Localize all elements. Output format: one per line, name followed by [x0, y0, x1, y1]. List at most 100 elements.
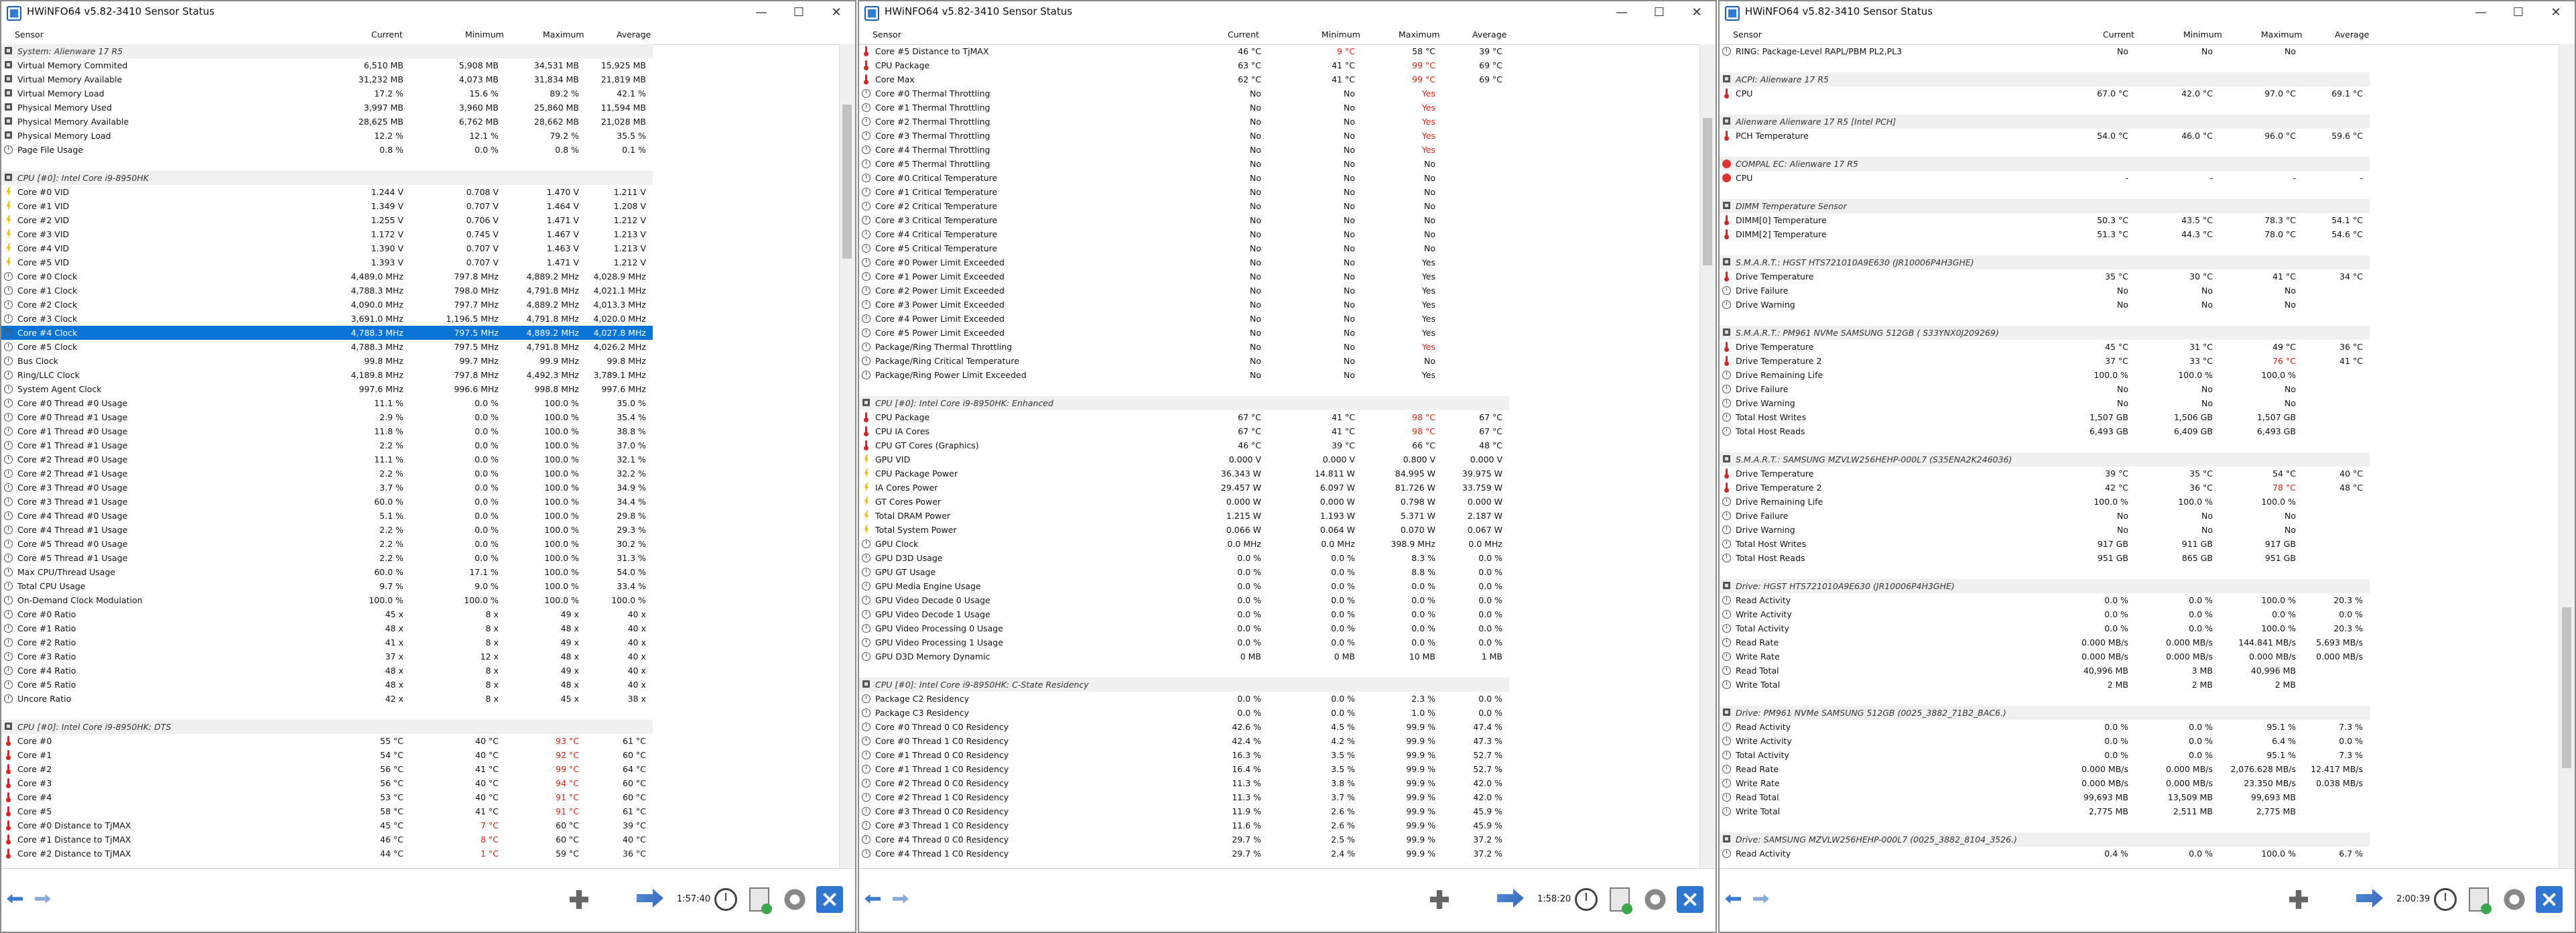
sensor-row[interactable]: Total Host Reads 951 GB 865 GB 951 GB	[1720, 551, 2370, 565]
sensor-row[interactable]: Drive Temperature 39 °C 35 °C 54 °C 40 °C	[1720, 466, 2370, 481]
sensor-group-header[interactable]: CPU [#0]: Intel Core i9-8950HK: C-State …	[859, 678, 1509, 692]
sensor-row[interactable]: Core #1 Thread 1 C0 Residency 16.4 % 3.5 %…	[859, 762, 1509, 776]
sensor-row[interactable]: Drive Temperature 2 42 °C 36 °C 78 °C 48 °C	[1720, 481, 2370, 495]
sensor-row[interactable]: Core #0 Critical Temperature No No No	[859, 171, 1509, 185]
sensor-group-header[interactable]: Drive: SAMSUNG MZVLW256HEHP-000L7 (0025_…	[1720, 832, 2370, 847]
column-header-label[interactable]: Average	[617, 29, 651, 40]
sensor-row[interactable]: Uncore Ratio 42 x 8 x 45 x 38 x	[1, 692, 653, 706]
sensor-row[interactable]: Max CPU/Thread Usage 60.0 % 17.1 % 100.0 % 5…	[1, 565, 653, 579]
sensor-row[interactable]: Core #1 Ratio 48 x 8 x 48 x 40 x	[1, 621, 653, 635]
nav-back-icon[interactable]	[1722, 893, 1742, 905]
sensor-row[interactable]: Write Activity 0.0 % 0.0 % 6.4 % 0.0 %	[1720, 734, 2370, 748]
minimize-icon[interactable]: —	[1603, 1, 1640, 25]
column-header-label[interactable]: Current	[2103, 29, 2134, 40]
sensor-row[interactable]: Core #3 Thread 0 C0 Residency 11.9 % 2.6 %…	[859, 804, 1509, 818]
sensor-row[interactable]: Core #1 Distance to TjMAX 46 °C 8 °C 60 °C 4…	[1, 832, 653, 847]
sensor-row[interactable]: Bus Clock 99.8 MHz 99.7 MHz 99.9 MHz 99.8 MH…	[1, 354, 653, 368]
sensor-row[interactable]: Page File Usage 0.8 % 0.0 % 0.8 % 0.1 %	[1, 143, 653, 157]
sensor-row[interactable]: Package/Ring Power Limit Exceeded No No Yes	[859, 368, 1509, 382]
sensor-row[interactable]: Drive Warning No No No	[1720, 298, 2370, 312]
sensor-row[interactable]: Physical Memory Available 28,625 MB 6,762 …	[1, 115, 653, 129]
sensor-row[interactable]: Virtual Memory Commited 6,510 MB 5,908 MB 3…	[1, 58, 653, 72]
sensor-row[interactable]: Core #1 Critical Temperature No No No	[859, 185, 1509, 199]
sensor-row[interactable]: IA Cores Power 29.457 W 6.097 W 81.726 W 33.…	[859, 481, 1509, 495]
sensor-row[interactable]: Write Rate 0.000 MB/s 0.000 MB/s 0.000 MB/s…	[1720, 649, 2370, 664]
sensor-group-header[interactable]: S.M.A.R.T.: HGST HTS721010A9E630 (JR1000…	[1720, 255, 2370, 269]
sensor-row[interactable]: Core #2 Thread #0 Usage 11.1 % 0.0 % 100.0 …	[1, 452, 653, 466]
sensor-row[interactable]: Core #5 Clock 4,788.3 MHz 797.5 MHz 4,791.8…	[1, 340, 653, 354]
title-bar[interactable]: HWiNFO64 v5.82-3410 Sensor Status — ☐ ✕	[859, 1, 1716, 25]
clock-icon[interactable]	[714, 888, 737, 911]
column-header-label[interactable]: Minimum	[2183, 29, 2222, 40]
nav-forward-icon[interactable]	[890, 893, 910, 905]
sensor-list[interactable]: Core #5 Distance to TjMAX 46 °C 9 °C 58 °C 3…	[859, 44, 1699, 870]
sensor-row[interactable]: Write Rate 0.000 MB/s 0.000 MB/s 23.350 MB/…	[1720, 776, 2370, 790]
logging-arrows-icon[interactable]	[2356, 889, 2383, 908]
report-icon[interactable]	[749, 887, 772, 914]
sensor-row[interactable]: Read Activity 0.0 % 0.0 % 100.0 % 20.3 %	[1720, 593, 2370, 607]
sensor-row[interactable]: GT Cores Power 0.000 W 0.000 W 0.798 W 0.000…	[859, 495, 1509, 509]
sensor-row[interactable]: Core #5 Thread #1 Usage 2.2 % 0.0 % 100.0 %…	[1, 551, 653, 565]
sensor-row[interactable]: Core #0 VID 1.244 V 0.708 V 1.470 V 1.211 V	[1, 185, 653, 199]
sensor-row[interactable]: Core #1 Thermal Throttling No No Yes	[859, 101, 1509, 115]
report-icon[interactable]	[1610, 887, 1632, 914]
sensor-row[interactable]: GPU Video Processing 0 Usage 0.0 % 0.0 % 0.…	[859, 621, 1509, 635]
sensor-group-header[interactable]: S.M.A.R.T.: PM961 NVMe SAMSUNG 512GB ( S…	[1720, 326, 2370, 340]
sensor-row[interactable]: Write Total 2,775 MB 2,511 MB 2,775 MB	[1720, 804, 2370, 818]
sensor-row[interactable]: Total CPU Usage 9.7 % 9.0 % 100.0 % 33.4 %	[1, 579, 653, 593]
sensor-row[interactable]: GPU GT Usage 0.0 % 0.0 % 8.8 % 0.0 %	[859, 565, 1509, 579]
sensor-row[interactable]: Core #2 Thread 0 C0 Residency 11.3 % 3.8 %…	[859, 776, 1509, 790]
sensor-group-header[interactable]: Alienware Alienware 17 R5 [Intel PCH]	[1720, 115, 2370, 129]
sensor-row[interactable]: Drive Failure No No No	[1720, 509, 2370, 523]
sensor-row[interactable]: Read Rate 0.000 MB/s 0.000 MB/s 2,076.628 M…	[1720, 762, 2370, 776]
sensor-row[interactable]: Core #4 Ratio 48 x 8 x 49 x 40 x	[1, 664, 653, 678]
sensor-row[interactable]: Core #0 55 °C 40 °C 93 °C 61 °C	[1, 734, 653, 748]
sensor-group-header[interactable]: Drive: HGST HTS721010A9E630 (JR10006P4H3…	[1720, 579, 2370, 593]
sensor-row[interactable]: Package C3 Residency 0.0 % 0.0 % 1.0 % 0.0 %	[859, 706, 1509, 720]
sensor-row[interactable]: Core #5 Ratio 48 x 8 x 48 x 40 x	[1, 678, 653, 692]
sensor-group-header[interactable]: System: Alienware 17 R5	[1, 44, 653, 58]
sensor-row[interactable]: Core #0 Clock 4,489.0 MHz 797.8 MHz 4,889.2…	[1, 269, 653, 284]
sensor-row[interactable]: Total Host Writes 1,507 GB 1,506 GB 1,507 G…	[1720, 410, 2370, 424]
sensor-row[interactable]: Core #3 Thread 1 C0 Residency 11.6 % 2.6 %…	[859, 818, 1509, 832]
network-icon[interactable]	[2289, 890, 2308, 909]
sensor-row[interactable]: Read Total 99,693 MB 13,509 MB 99,693 MB	[1720, 790, 2370, 804]
sensor-row[interactable]: Write Total 2 MB 2 MB 2 MB	[1720, 678, 2370, 692]
sensor-row[interactable]: Drive Remaining Life 100.0 % 100.0 % 100.0 …	[1720, 495, 2370, 509]
sensor-row[interactable]: Core #2 Critical Temperature No No No	[859, 199, 1509, 213]
sensor-row[interactable]: RING: Package-Level RAPL/PBM PL2,PL3 No No…	[1720, 44, 2370, 58]
sensor-row[interactable]: Core #3 Power Limit Exceeded No No Yes	[859, 298, 1509, 312]
sensor-row[interactable]: Core #4 Clock 4,788.3 MHz 797.5 MHz 4,889.2…	[1, 326, 653, 340]
nav-forward-icon[interactable]	[32, 893, 52, 905]
sensor-row[interactable]: Drive Temperature 2 37 °C 33 °C 76 °C 41 °C	[1720, 354, 2370, 368]
scrollbar-thumb[interactable]	[1703, 118, 1712, 265]
sensor-row[interactable]: GPU Video Processing 1 Usage 0.0 % 0.0 % 0.…	[859, 635, 1509, 649]
sensor-row[interactable]: Total Host Reads 6,493 GB 6,409 GB 6,493 GB	[1720, 424, 2370, 438]
sensor-row[interactable]: Core #1 54 °C 40 °C 92 °C 60 °C	[1, 748, 653, 762]
logging-arrows-icon[interactable]	[1497, 889, 1524, 908]
clock-icon[interactable]	[1575, 888, 1598, 911]
sensor-row[interactable]: Core #2 VID 1.255 V 0.706 V 1.471 V 1.212 V	[1, 213, 653, 227]
sensor-row[interactable]: System Agent Clock 997.6 MHz 996.6 MHz 998.…	[1, 382, 653, 396]
column-header-label[interactable]: Maximum	[1399, 29, 1440, 40]
network-icon[interactable]	[1430, 890, 1449, 909]
sensor-row[interactable]: Core #0 Thread #0 Usage 11.1 % 0.0 % 100.0 …	[1, 396, 653, 410]
sensor-row[interactable]: Core #5 Critical Temperature No No No	[859, 241, 1509, 255]
sensor-row[interactable]: GPU D3D Usage 0.0 % 0.0 % 8.3 % 0.0 %	[859, 551, 1509, 565]
sensor-row[interactable]: Core #3 Clock 3,691.0 MHz 1,196.5 MHz 4,791…	[1, 312, 653, 326]
sensor-row[interactable]: CPU - - - -	[1720, 171, 2370, 185]
sensor-row[interactable]: Core Max 62 °C 41 °C 99 °C 69 °C	[859, 72, 1509, 86]
sensor-row[interactable]: Physical Memory Load 12.2 % 12.1 % 79.2 % 35…	[1, 129, 653, 143]
sensor-row[interactable]: GPU Media Engine Usage 0.0 % 0.0 % 0.0 % 0.0…	[859, 579, 1509, 593]
vertical-scrollbar[interactable]	[2559, 44, 2575, 867]
sensor-row[interactable]: Total Host Writes 917 GB 911 GB 917 GB	[1720, 537, 2370, 551]
sensor-row[interactable]: Total System Power 0.066 W 0.064 W 0.070 W 0…	[859, 523, 1509, 537]
sensor-row[interactable]: Core #3 Thread #0 Usage 3.7 % 0.0 % 100.0 %…	[1, 481, 653, 495]
sensor-row[interactable]: CPU 67.0 °C 42.0 °C 97.0 °C 69.1 °C	[1720, 86, 2370, 101]
sensor-row[interactable]: Core #3 Ratio 37 x 12 x 48 x 40 x	[1, 649, 653, 664]
logging-arrows-icon[interactable]	[637, 889, 663, 908]
sensor-row[interactable]: Core #4 Thread 1 C0 Residency 29.7 % 2.4 %…	[859, 847, 1509, 861]
close-sensors-button[interactable]	[816, 886, 843, 913]
column-header-label[interactable]: Minimum	[1322, 29, 1360, 40]
settings-gear-icon[interactable]	[783, 887, 807, 912]
